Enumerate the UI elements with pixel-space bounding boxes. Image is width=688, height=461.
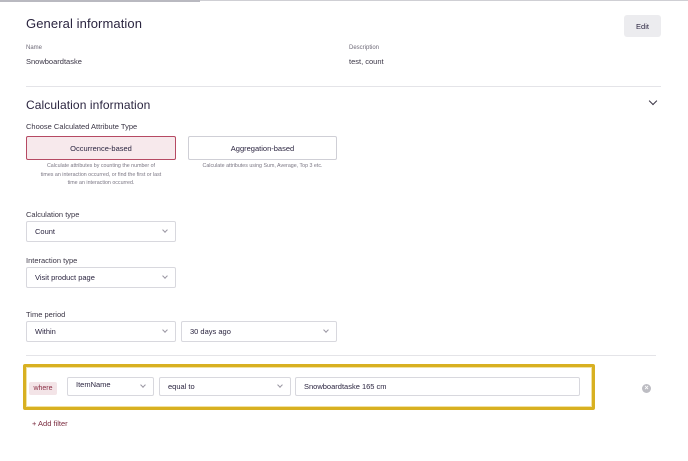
time-period-mode-value: Within — [35, 327, 56, 336]
name-label: Name — [26, 45, 43, 51]
filter-value-text: Snowboardtaske 165 cm — [304, 382, 387, 391]
description-value: test, count — [349, 57, 384, 66]
hint-line: time an interaction occurred. — [67, 180, 135, 186]
hint-line: times an interaction occurred, or find t… — [40, 171, 162, 178]
chevron-down-icon — [277, 382, 283, 388]
edit-button[interactable]: Edit — [624, 15, 661, 37]
where-badge: where — [29, 382, 57, 395]
filter-value-input[interactable]: Snowboardtaske 165 cm — [295, 377, 580, 396]
add-filter-button[interactable]: + Add filter — [32, 419, 68, 428]
filter-field-value: ItemName — [76, 380, 111, 389]
filter-divider — [26, 355, 656, 356]
interaction-type-value: Visit product page — [35, 273, 95, 282]
hint-line: Calculate attributes by counting the num… — [46, 163, 156, 169]
chevron-down-icon — [162, 227, 168, 233]
chevron-down-icon — [323, 327, 329, 333]
general-information-title: General information — [26, 16, 143, 31]
aggregation-based-hint: Calculate attributes using Sum, Average,… — [188, 162, 337, 171]
occurrence-based-option[interactable]: Occurrence-based — [26, 136, 176, 160]
name-value: Snowboardtaske — [26, 57, 82, 66]
active-tab-indicator — [0, 0, 200, 2]
section-divider — [26, 86, 661, 87]
time-period-label: Time period — [26, 310, 66, 319]
time-period-value: 30 days ago — [190, 327, 231, 336]
calculation-type-select[interactable]: Count — [26, 221, 176, 242]
description-label: Description — [349, 45, 380, 51]
aggregation-based-option[interactable]: Aggregation-based — [188, 136, 337, 160]
calculation-type-label: Calculation type — [26, 210, 80, 219]
interaction-type-select[interactable]: Visit product page — [26, 267, 176, 288]
filter-operator-select[interactable]: equal to — [159, 377, 291, 396]
calculation-information-title: Calculation information — [26, 98, 151, 112]
chevron-down-icon — [162, 327, 168, 333]
hint-line: Calculate attributes using Sum, Average,… — [202, 163, 323, 169]
chevron-down-icon — [162, 273, 168, 279]
calculation-type-value: Count — [35, 227, 56, 236]
chevron-down-icon — [140, 382, 146, 388]
occurrence-based-hint: Calculate attributes by counting the num… — [26, 162, 176, 188]
chevron-down-icon[interactable] — [648, 96, 658, 106]
filter-field-select[interactable]: ItemName — [67, 377, 154, 396]
remove-filter-icon[interactable]: × — [642, 384, 651, 393]
filter-operator-value: equal to — [168, 382, 195, 391]
time-period-mode-select[interactable]: Within — [26, 321, 176, 342]
time-period-value-select[interactable]: 30 days ago — [181, 321, 337, 342]
interaction-type-label: Interaction type — [26, 256, 78, 265]
attribute-type-label: Choose Calculated Attribute Type — [26, 122, 138, 131]
